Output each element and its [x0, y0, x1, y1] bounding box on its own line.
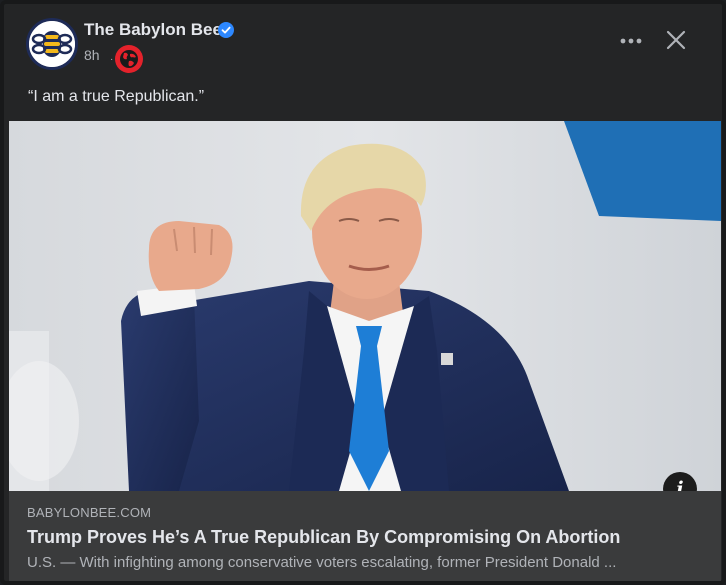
more-options-icon	[620, 38, 642, 44]
article-photo	[9, 121, 721, 491]
link-domain: BABYLONBEE.COM	[27, 505, 152, 520]
close-post-button[interactable]	[660, 24, 692, 56]
link-preview-image[interactable]	[9, 121, 721, 491]
post-timestamp[interactable]: 8h	[84, 47, 100, 63]
link-description: U.S. — With infighting among conservativ…	[27, 554, 617, 571]
globe-icon[interactable]	[114, 44, 144, 74]
close-icon	[666, 30, 686, 50]
more-options-button[interactable]	[616, 28, 646, 54]
page-name-link[interactable]: The Babylon Bee	[84, 20, 222, 40]
facebook-post-card: The Babylon Bee 8h · “I am a true Republ…	[0, 0, 726, 585]
timestamp-separator: ·	[110, 54, 114, 65]
page-avatar[interactable]	[26, 18, 78, 70]
post-caption: “I am a true Republican.”	[28, 88, 205, 105]
babylon-bee-logo	[29, 21, 75, 67]
link-title[interactable]: Trump Proves He’s A True Republican By C…	[27, 527, 620, 548]
verified-badge-icon	[218, 22, 234, 38]
link-preview-card[interactable]: BABYLONBEE.COM Trump Proves He’s A True …	[9, 491, 721, 581]
